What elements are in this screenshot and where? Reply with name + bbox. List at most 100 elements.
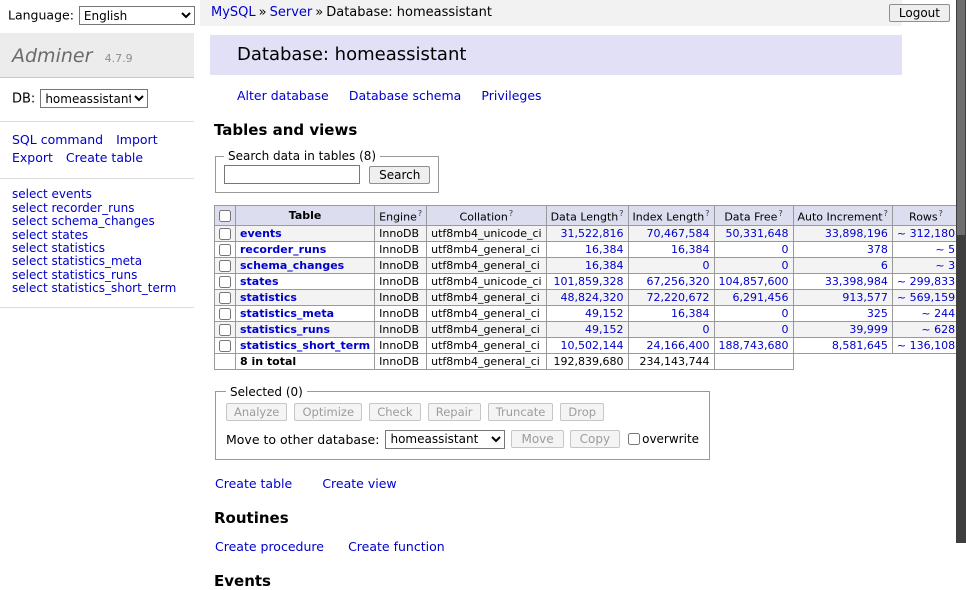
index-length-link[interactable]: 0 [703,323,710,336]
rows-count-link[interactable]: ~ 136,108 [897,339,955,352]
table-link[interactable]: statistics_runs [240,323,330,336]
auto-increment-link[interactable]: 8,581,645 [832,339,888,352]
row-checkbox[interactable] [219,244,231,256]
row-checkbox[interactable] [219,276,231,288]
create-function-link[interactable]: Create function [348,539,445,554]
row-checkbox[interactable] [219,340,231,352]
rows-count-link[interactable]: ~ 3 [935,259,955,272]
auto-increment-link[interactable]: 33,398,984 [825,275,888,288]
auto-increment-link[interactable]: 39,999 [849,323,888,336]
truncate-button[interactable]: Truncate [488,403,554,421]
create-table-link[interactable]: Create table [215,476,292,491]
sidebar-item-select-statistics-short-term[interactable]: select statistics_short_term [12,282,182,295]
sidebar-item-export[interactable]: Export [12,150,53,165]
table-link[interactable]: states [240,275,279,288]
database-schema-link[interactable]: Database schema [349,88,461,103]
data-free-link[interactable]: 0 [782,323,789,336]
sidebar-item-select-events[interactable]: select events [12,188,182,201]
table-link[interactable]: events [240,227,282,240]
select-all-checkbox[interactable] [219,210,231,222]
sidebar-item-create-table[interactable]: Create table [66,150,143,165]
index-length-link[interactable]: 16,384 [671,307,710,320]
auto-increment-link[interactable]: 378 [867,243,888,256]
help-link[interactable]: ? [417,211,422,224]
help-link[interactable]: ? [618,211,623,224]
sidebar-item-select-schema-changes[interactable]: select schema_changes [12,215,182,228]
sidebar-item-select-recorder-runs[interactable]: select recorder_runs [12,202,182,215]
repair-button[interactable]: Repair [428,403,481,421]
auto-increment-link[interactable]: 6 [881,259,888,272]
data-length-link[interactable]: 31,522,816 [561,227,624,240]
row-checkbox[interactable] [219,324,231,336]
table-link[interactable]: statistics_short_term [240,339,370,352]
index-length-link[interactable]: 16,384 [671,243,710,256]
data-length-link[interactable]: 16,384 [585,243,624,256]
copy-button[interactable]: Copy [570,430,620,448]
auto-increment-link[interactable]: 33,898,196 [825,227,888,240]
table-link[interactable]: statistics_meta [240,307,334,320]
breadcrumb-server-link[interactable]: Server [270,5,313,20]
index-length-link[interactable]: 0 [703,259,710,272]
sidebar-item-import[interactable]: Import [116,132,158,147]
data-length-link[interactable]: 16,384 [585,259,624,272]
rows-count-link[interactable]: ~ 628 [921,323,955,336]
rows-count-link[interactable]: ~ 569,159 [897,291,955,304]
data-free-link[interactable]: 0 [782,307,789,320]
index-length-link[interactable]: 67,256,320 [647,275,710,288]
sidebar-item-sql-command[interactable]: SQL command [12,132,103,147]
help-link[interactable]: ? [704,211,709,224]
rows-count-link[interactable]: ~ 299,833 [897,275,955,288]
drop-button[interactable]: Drop [560,403,604,421]
sidebar-item-select-states[interactable]: select states [12,229,182,242]
data-free-link[interactable]: 6,291,456 [733,291,789,304]
data-free-link[interactable]: 0 [782,243,789,256]
create-view-link[interactable]: Create view [322,476,396,491]
rows-count-link[interactable]: ~ 5 [935,243,955,256]
overwrite-checkbox[interactable] [628,433,640,445]
check-button[interactable]: Check [369,403,420,421]
row-checkbox[interactable] [219,308,231,320]
search-button[interactable]: Search [369,166,430,184]
language-select[interactable]: English [79,6,195,25]
help-link[interactable]: ? [777,211,782,224]
move-database-select[interactable]: homeassistant [385,430,505,449]
data-free-link[interactable]: 188,743,680 [719,339,789,352]
data-length-link[interactable]: 101,859,328 [554,275,624,288]
table-link[interactable]: recorder_runs [240,243,326,256]
logout-button[interactable]: Logout [889,4,950,22]
search-input[interactable] [224,165,360,184]
table-link[interactable]: schema_changes [240,259,344,272]
scrollbar-thumb[interactable] [957,0,965,235]
alter-database-link[interactable]: Alter database [237,88,329,103]
sidebar-item-select-statistics-meta[interactable]: select statistics_meta [12,255,182,268]
sidebar-item-select-statistics[interactable]: select statistics [12,242,182,255]
create-procedure-link[interactable]: Create procedure [215,539,324,554]
rows-count-link[interactable]: ~ 312,180 [897,227,955,240]
row-checkbox[interactable] [219,228,231,240]
breadcrumb-mysql-link[interactable]: MySQL [211,5,256,20]
auto-increment-link[interactable]: 913,577 [842,291,888,304]
help-link[interactable]: ? [508,211,513,224]
scrollbar[interactable] [956,0,966,543]
privileges-link[interactable]: Privileges [481,88,541,103]
help-link[interactable]: ? [938,211,943,224]
index-length-link[interactable]: 70,467,584 [647,227,710,240]
data-length-link[interactable]: 49,152 [585,323,624,336]
row-checkbox[interactable] [219,260,231,272]
data-free-link[interactable]: 104,857,600 [719,275,789,288]
data-length-link[interactable]: 49,152 [585,307,624,320]
db-select[interactable]: homeassistant [40,89,148,108]
optimize-button[interactable]: Optimize [294,403,362,421]
row-checkbox[interactable] [219,292,231,304]
index-length-link[interactable]: 24,166,400 [647,339,710,352]
move-button[interactable]: Move [511,430,563,448]
help-link[interactable]: ? [883,211,888,224]
index-length-link[interactable]: 72,220,672 [647,291,710,304]
sidebar-item-select-statistics-runs[interactable]: select statistics_runs [12,269,182,282]
auto-increment-link[interactable]: 325 [867,307,888,320]
table-link[interactable]: statistics [240,291,297,304]
data-free-link[interactable]: 50,331,648 [726,227,789,240]
rows-count-link[interactable]: ~ 244 [921,307,955,320]
data-length-link[interactable]: 48,824,320 [561,291,624,304]
data-length-link[interactable]: 10,502,144 [561,339,624,352]
